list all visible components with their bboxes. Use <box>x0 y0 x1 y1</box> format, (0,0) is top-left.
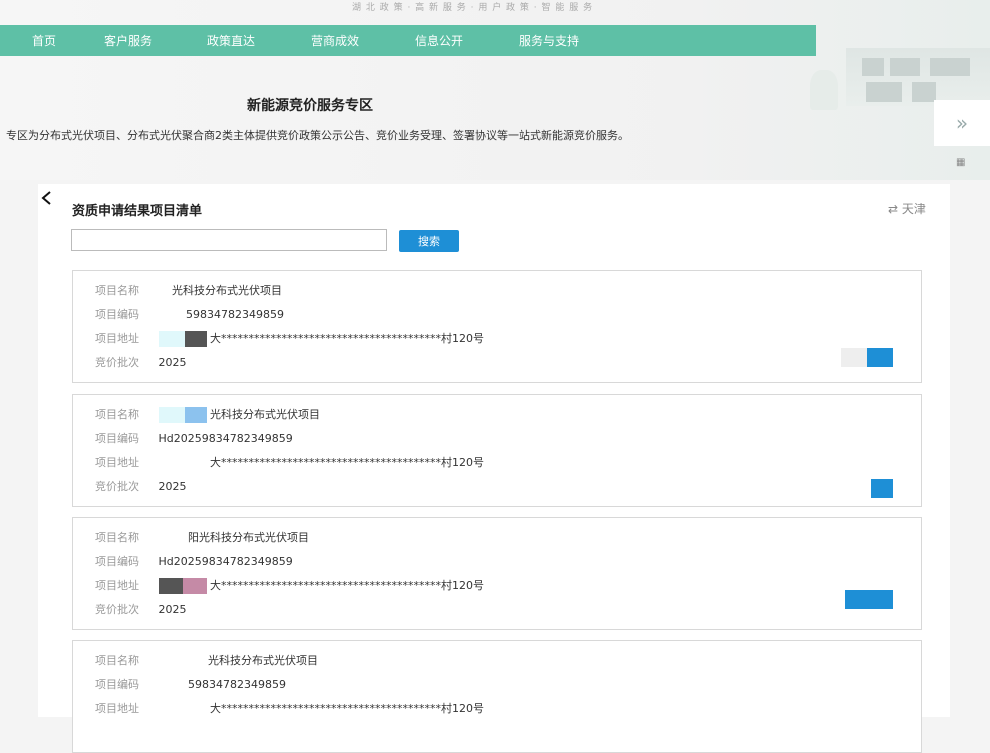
top-links[interactable]: 湖 北 政 策 · 高 新 服 务 · 用 户 政 策 · 智 能 服 务 <box>352 0 593 13</box>
qr-code-icon[interactable]: ▦ <box>956 157 965 168</box>
nav-item-support[interactable]: 服务与支持 <box>519 32 579 49</box>
project-batch-value: 2025 <box>158 603 187 616</box>
search-button[interactable]: 搜索 <box>399 230 459 252</box>
project-name-value: 光科技分布式光伏项目 <box>208 654 318 667</box>
nav-item-home[interactable]: 首页 <box>32 32 56 49</box>
project-batch-label: 竞价批次 <box>95 480 139 493</box>
project-code-value: Hd20259834782349859 <box>158 432 293 445</box>
project-card: 项目名称 阳光科技分布式光伏项目 项目编码 Hd2025983478234985… <box>72 517 922 630</box>
project-address-value: 大***************************************… <box>210 702 484 715</box>
project-address-value: 大***************************************… <box>210 332 484 345</box>
project-batch-row: 竞价批次 2025 <box>95 355 187 371</box>
project-address-value: 大***************************************… <box>210 456 484 469</box>
nav-item-customer-service[interactable]: 客户服务 <box>104 32 152 49</box>
project-batch-value: 2025 <box>158 480 187 493</box>
project-code-value: 59834782349859 <box>186 308 284 321</box>
project-address-label: 项目地址 <box>95 702 139 715</box>
project-code-label: 项目编码 <box>95 678 139 691</box>
project-code-label: 项目编码 <box>95 308 139 321</box>
search-input[interactable] <box>71 229 387 251</box>
nav-item-business[interactable]: 营商成效 <box>311 32 359 49</box>
project-name-row: 项目名称 光科技分布式光伏项目 <box>95 407 320 423</box>
project-name-row: 项目名称 光科技分布式光伏项目 <box>95 283 282 299</box>
project-address-row: 项目地址 大**********************************… <box>95 578 484 594</box>
decoration-bookshelf <box>846 48 990 106</box>
project-batch-label: 竞价批次 <box>95 356 139 369</box>
nav-item-policy[interactable]: 政策直达 <box>207 32 255 49</box>
project-batch-row: 竞价批次 2025 <box>95 479 187 495</box>
project-code-value: 59834782349859 <box>188 678 286 691</box>
project-address-value: 大***************************************… <box>210 579 484 592</box>
decoration-lamp <box>810 70 838 110</box>
region-switch[interactable]: ⇄ 天津 <box>888 200 926 217</box>
project-code-row: 项目编码 59834782349859 <box>95 307 284 323</box>
project-name-row: 项目名称 阳光科技分布式光伏项目 <box>95 530 309 546</box>
back-chevron-icon[interactable] <box>40 190 54 206</box>
project-name-row: 项目名称 光科技分布式光伏项目 <box>95 653 318 669</box>
project-card: 项目名称 光科技分布式光伏项目 项目编码 59834782349859 项目地址… <box>72 270 922 383</box>
project-name-label: 项目名称 <box>95 408 139 421</box>
project-code-label: 项目编码 <box>95 432 139 445</box>
project-address-row: 项目地址 大**********************************… <box>95 701 484 717</box>
project-address-row: 项目地址 大**********************************… <box>95 331 484 347</box>
card-action-button[interactable] <box>871 479 893 498</box>
project-code-value: Hd20259834782349859 <box>158 555 293 568</box>
nav-item-info[interactable]: 信息公开 <box>415 32 463 49</box>
results-panel: 资质申请结果项目清单 ⇄ 天津 搜索 项目名称 光科技分布式光伏项目 项目编码 … <box>38 184 950 753</box>
project-name-value: 光科技分布式光伏项目 <box>210 408 320 421</box>
zone-description: 专区为分布式光伏项目、分布式光伏聚合商2类主体提供竞价政策公示公告、竞价业务受理… <box>6 129 629 142</box>
project-code-label: 项目编码 <box>95 555 139 568</box>
project-name-value: 阳光科技分布式光伏项目 <box>188 531 309 544</box>
zone-title: 新能源竞价服务专区 <box>247 98 373 114</box>
header-banner: 湖 北 政 策 · 高 新 服 务 · 用 户 政 策 · 智 能 服 务 首页… <box>0 0 990 180</box>
project-address-label: 项目地址 <box>95 332 139 345</box>
project-address-row: 项目地址 大**********************************… <box>95 455 484 471</box>
project-name-value: 光科技分布式光伏项目 <box>172 284 282 297</box>
project-card: 项目名称 光科技分布式光伏项目 项目编码 59834782349859 项目地址… <box>72 640 922 753</box>
project-batch-label: 竞价批次 <box>95 603 139 616</box>
project-address-label: 项目地址 <box>95 579 139 592</box>
project-batch-row: 竞价批次 2025 <box>95 602 187 618</box>
project-code-row: 项目编码 Hd20259834782349859 <box>95 431 293 447</box>
project-name-label: 项目名称 <box>95 284 139 297</box>
project-name-label: 项目名称 <box>95 531 139 544</box>
project-code-row: 项目编码 Hd20259834782349859 <box>95 554 293 570</box>
project-code-row: 项目编码 59834782349859 <box>95 677 286 693</box>
side-expand-button[interactable]: » <box>934 100 990 146</box>
project-name-label: 项目名称 <box>95 654 139 667</box>
card-action-button[interactable] <box>841 348 893 367</box>
project-card: 项目名称 光科技分布式光伏项目 项目编码 Hd20259834782349859… <box>72 394 922 507</box>
card-action-button[interactable] <box>845 590 893 609</box>
main-nav: 首页 客户服务 政策直达 营商成效 信息公开 服务与支持 <box>0 25 816 56</box>
page-title: 资质申请结果项目清单 <box>72 204 203 219</box>
project-batch-value: 2025 <box>158 356 187 369</box>
project-address-label: 项目地址 <box>95 456 139 469</box>
